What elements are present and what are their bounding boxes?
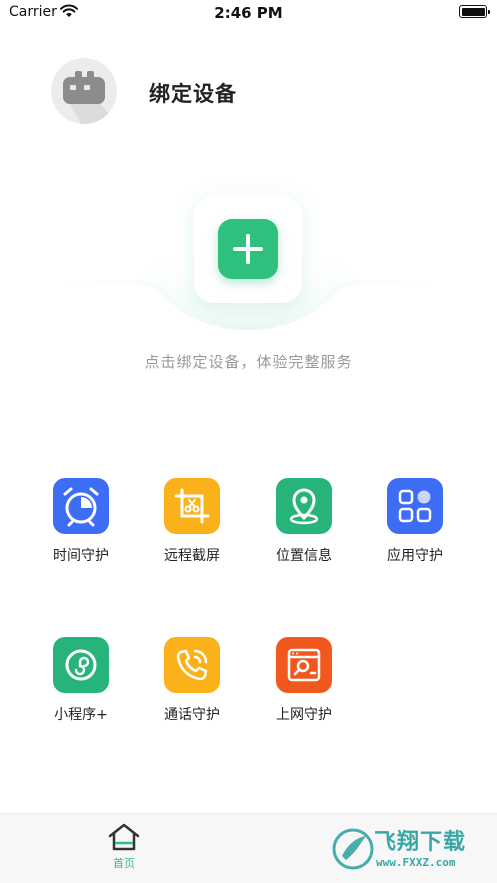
location-pin-icon xyxy=(276,478,332,534)
feature-web-guard[interactable]: 上网守护 xyxy=(249,637,359,724)
feature-app-guard[interactable]: 应用守护 xyxy=(360,478,470,565)
app-grid-icon xyxy=(387,478,443,534)
home-icon xyxy=(108,823,140,851)
feature-mini-program[interactable]: 小程序+ xyxy=(26,637,136,724)
phone-call-icon xyxy=(164,637,220,693)
feature-label: 应用守护 xyxy=(387,548,443,564)
status-bar: Carrier 2:46 PM xyxy=(0,0,497,26)
screenshot-crop-icon xyxy=(164,478,220,534)
mini-program-icon xyxy=(53,637,109,693)
feature-label: 上网守护 xyxy=(276,707,332,723)
feature-label: 位置信息 xyxy=(276,548,332,564)
feature-call-guard[interactable]: 通话守护 xyxy=(137,637,247,724)
bind-hint-text: 点击绑定设备，体验完整服务 xyxy=(144,353,353,371)
feature-remote-screenshot[interactable]: 远程截屏 xyxy=(137,478,247,565)
feature-label: 远程截屏 xyxy=(164,548,220,564)
watermark-logo: 飞翔下载 www.FXXZ.com xyxy=(330,820,490,878)
alarm-clock-icon xyxy=(53,478,109,534)
feature-location[interactable]: 位置信息 xyxy=(249,478,359,565)
feature-label: 时间守护 xyxy=(53,548,109,564)
feature-label: 小程序+ xyxy=(54,707,108,723)
watermark-emblem-icon xyxy=(332,828,374,870)
watermark-text: 飞翔下载 xyxy=(374,830,467,855)
feature-time-guard[interactable]: 时间守护 xyxy=(26,478,136,565)
battery-icon xyxy=(459,5,490,18)
add-device-button[interactable] xyxy=(218,219,278,279)
feature-label: 通话守护 xyxy=(164,707,220,723)
tab-home[interactable]: 首页 xyxy=(94,822,154,878)
browser-search-icon xyxy=(276,637,332,693)
clock: 2:46 PM xyxy=(214,4,283,22)
tab-home-label: 首页 xyxy=(113,857,135,870)
bind-device-title[interactable]: 绑定设备 xyxy=(149,78,237,108)
watermark-url: www.FXXZ.com xyxy=(376,856,456,869)
avatar[interactable] xyxy=(51,58,117,124)
robot-avatar-icon xyxy=(63,71,117,124)
